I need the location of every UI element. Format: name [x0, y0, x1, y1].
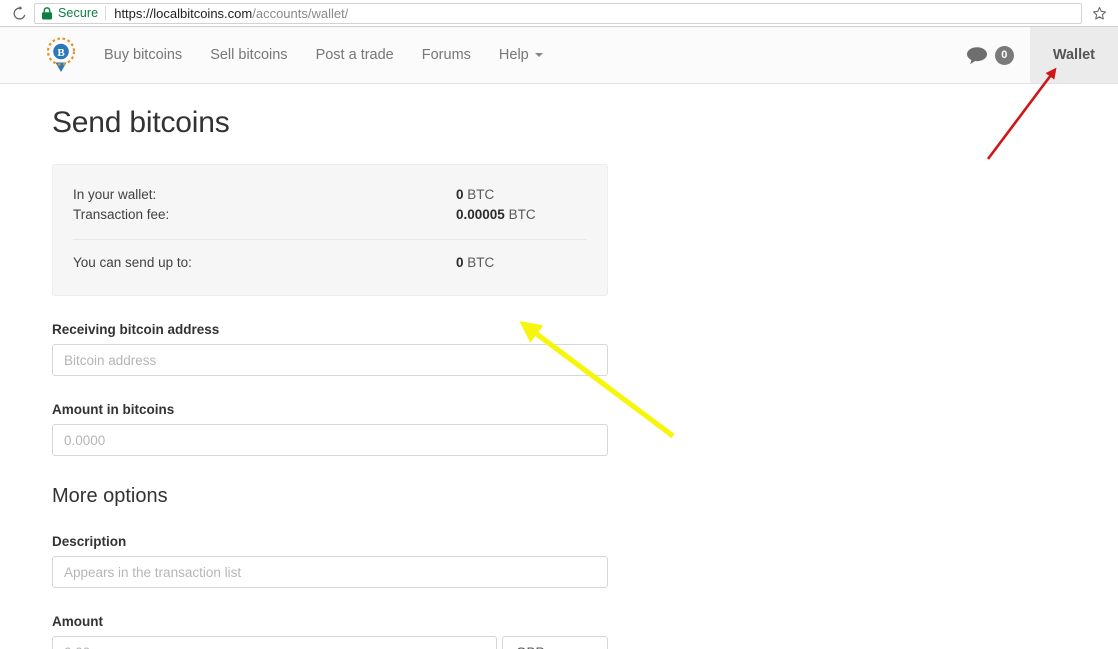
wallet-summary-row-fee: Transaction fee: 0.00005 BTC: [73, 205, 587, 225]
description-input[interactable]: [52, 556, 608, 588]
btc-amount-input[interactable]: [52, 424, 608, 456]
url-text: https://localbitcoins.com/accounts/walle…: [114, 6, 348, 21]
fiat-amount-row: GBP: [52, 636, 608, 649]
messages-button[interactable]: 0: [956, 27, 1030, 83]
nav-link-buy-bitcoins[interactable]: Buy bitcoins: [90, 27, 196, 84]
nav-tab-wallet[interactable]: Wallet: [1029, 27, 1118, 83]
receiving-address-input[interactable]: [52, 344, 608, 376]
navbar-right-group: 0 Wallet: [956, 27, 1118, 83]
description-label: Description: [52, 534, 127, 549]
messages-count-badge: 0: [994, 45, 1014, 65]
svg-text:B: B: [57, 47, 65, 59]
sendable-value: 0 BTC: [456, 253, 494, 273]
transaction-fee-label: Transaction fee:: [73, 207, 170, 222]
wallet-balance-value: 0 BTC: [456, 185, 494, 205]
transaction-fee-value: 0.00005 BTC: [456, 205, 536, 225]
localbitcoins-pin-logo-icon[interactable]: B: [46, 37, 76, 73]
fiat-amount-label: Amount: [52, 614, 103, 629]
page-viewport: B Buy bitcoins Sell bitcoins Post a trad…: [0, 27, 1118, 649]
navbar-left-group: B Buy bitcoins Sell bitcoins Post a trad…: [0, 27, 557, 83]
currency-select[interactable]: GBP: [502, 636, 608, 649]
panel-divider: [73, 239, 587, 240]
more-options-title: More options: [52, 485, 168, 507]
main-content: Send bitcoins In your wallet: 0 BTC Tran…: [0, 84, 1118, 649]
sendable-unit: BTC: [467, 255, 495, 270]
omnibox-divider: [105, 6, 107, 20]
star-icon: [1092, 6, 1106, 20]
bookmark-button[interactable]: [1086, 2, 1112, 24]
nav-tab-wallet-label: Wallet: [1052, 47, 1095, 63]
reload-icon: [12, 5, 25, 20]
nav-link-post-a-trade[interactable]: Post a trade: [302, 27, 408, 84]
wallet-balance-unit: BTC: [467, 187, 495, 202]
wallet-balance-label: In your wallet:: [73, 187, 157, 202]
speech-bubble-icon: [966, 46, 987, 64]
transaction-fee-amount: 0.00005: [456, 207, 505, 222]
sendable-label: You can send up to:: [73, 255, 192, 270]
wallet-summary-row-sendable: You can send up to: 0 BTC: [73, 253, 587, 273]
security-status-label: Secure: [58, 6, 99, 20]
chevron-down-icon: [534, 53, 543, 57]
nav-link-sell-bitcoins[interactable]: Sell bitcoins: [196, 27, 301, 84]
fiat-amount-input[interactable]: [52, 636, 497, 649]
currency-select-value: GBP: [516, 645, 545, 649]
receiving-address-label: Receiving bitcoin address: [52, 322, 220, 337]
site-navbar: B Buy bitcoins Sell bitcoins Post a trad…: [0, 27, 1118, 84]
wallet-balance-amount: 0: [456, 187, 464, 202]
reload-button[interactable]: [6, 2, 32, 24]
sendable-amount: 0: [456, 255, 464, 270]
wallet-summary-panel: In your wallet: 0 BTC Transaction fee: 0…: [52, 164, 608, 296]
address-bar[interactable]: Secure https://localbitcoins.com/account…: [34, 2, 1082, 24]
nav-link-help[interactable]: Help: [485, 27, 557, 84]
nav-link-help-label: Help: [498, 47, 529, 63]
lock-icon: [41, 6, 53, 20]
transaction-fee-unit: BTC: [508, 207, 536, 222]
wallet-summary-row-balance: In your wallet: 0 BTC: [73, 185, 587, 205]
url-path: /accounts/wallet/: [252, 5, 349, 21]
btc-amount-label: Amount in bitcoins: [52, 402, 175, 417]
url-host: https://localbitcoins.com: [114, 5, 253, 21]
browser-toolbar: Secure https://localbitcoins.com/account…: [0, 0, 1118, 27]
nav-link-forums[interactable]: Forums: [408, 27, 485, 84]
page-title: Send bitcoins: [52, 106, 230, 139]
